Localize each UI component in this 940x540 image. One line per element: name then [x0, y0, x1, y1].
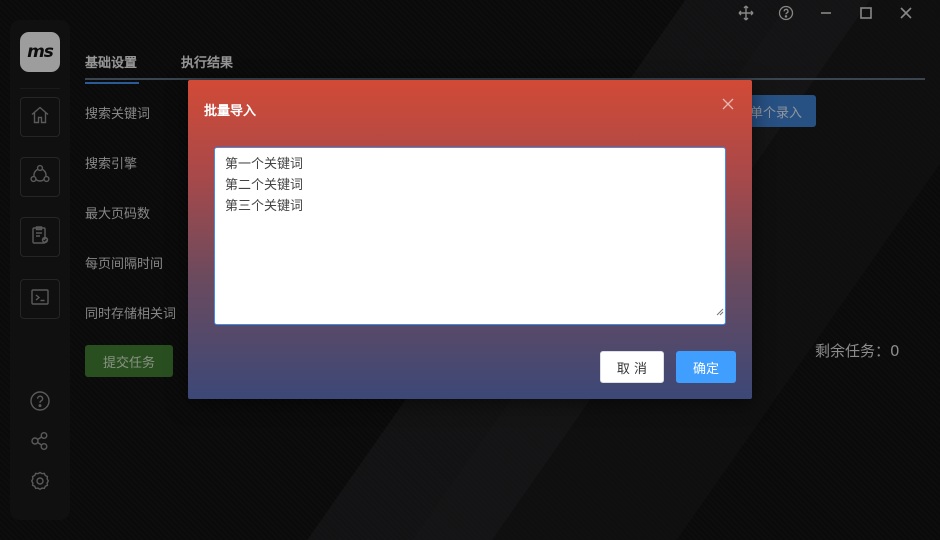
- textarea-line: 第一个关键词: [225, 157, 304, 172]
- keywords-textarea[interactable]: 第一个关键词 第二个关键词 第三个关键词: [214, 147, 726, 325]
- close-icon[interactable]: [720, 96, 736, 112]
- batch-import-dialog: 批量导入 第一个关键词 第二个关键词 第三个关键词 取 消 确定: [188, 80, 752, 399]
- cancel-button[interactable]: 取 消: [600, 351, 664, 383]
- dialog-title: 批量导入: [204, 104, 257, 119]
- textarea-line: 第二个关键词: [225, 178, 304, 193]
- confirm-button[interactable]: 确定: [676, 351, 736, 383]
- resize-handle-icon[interactable]: [715, 302, 724, 323]
- textarea-line: 第三个关键词: [225, 199, 304, 214]
